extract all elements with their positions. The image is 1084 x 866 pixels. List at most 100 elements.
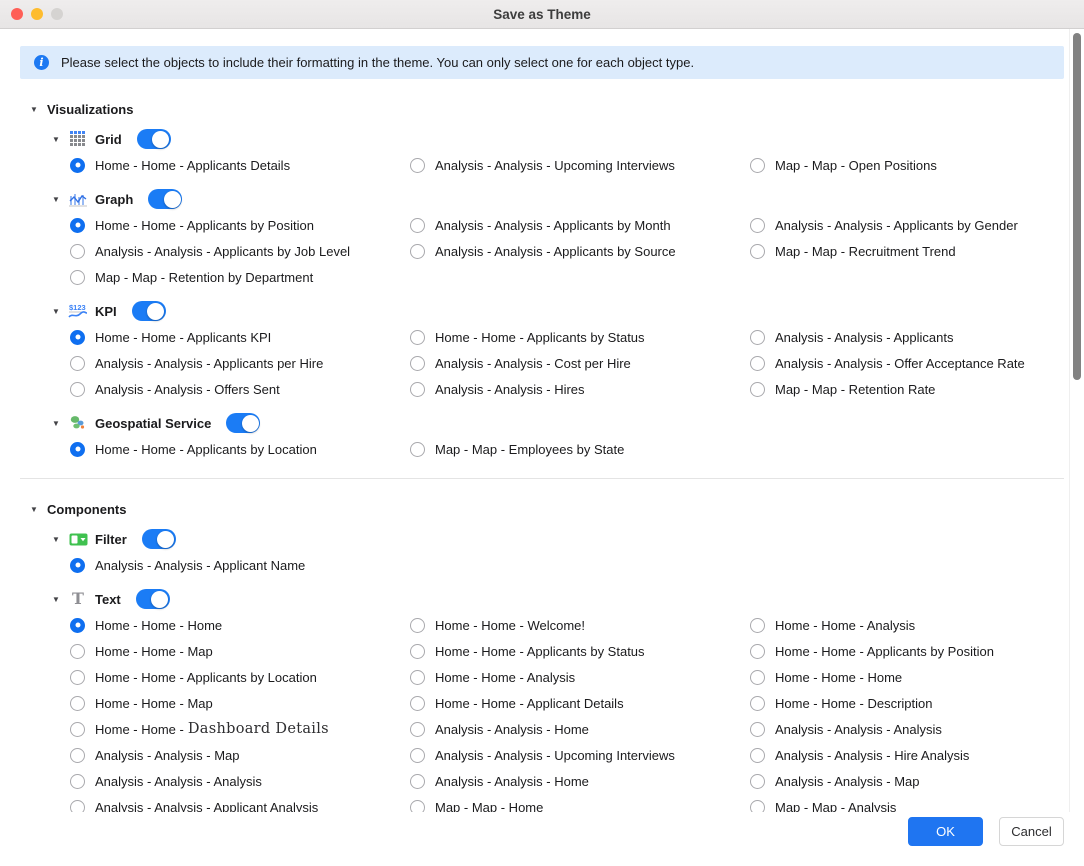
- chevron-down-icon[interactable]: ▼: [52, 419, 62, 428]
- text-toggle[interactable]: [136, 589, 170, 609]
- radio-option[interactable]: Home - Home - Applicants by Status: [410, 638, 750, 664]
- kpi-toggle[interactable]: [132, 301, 166, 321]
- radio-button[interactable]: [750, 774, 765, 789]
- radio-option[interactable]: Analysis - Analysis - Upcoming Interview…: [410, 742, 750, 768]
- radio-button[interactable]: [750, 218, 765, 233]
- radio-button[interactable]: [70, 670, 85, 685]
- radio-button[interactable]: [750, 696, 765, 711]
- radio-option[interactable]: Home - Home - Dashboard Details: [70, 716, 410, 742]
- radio-button[interactable]: [70, 800, 85, 813]
- radio-button[interactable]: [70, 244, 85, 259]
- radio-option[interactable]: Analysis - Analysis - Home: [410, 768, 750, 794]
- radio-button[interactable]: [410, 218, 425, 233]
- radio-button[interactable]: [750, 244, 765, 259]
- radio-option[interactable]: Home - Home - Map: [70, 638, 410, 664]
- radio-button[interactable]: [750, 158, 765, 173]
- radio-button[interactable]: [410, 774, 425, 789]
- radio-button[interactable]: [70, 558, 85, 573]
- grid-toggle[interactable]: [137, 129, 171, 149]
- radio-option[interactable]: Analysis - Analysis - Applicant Analysis: [70, 794, 410, 812]
- radio-button[interactable]: [70, 158, 85, 173]
- section-components[interactable]: ▼ Components: [30, 501, 1084, 518]
- radio-option[interactable]: Analysis - Analysis - Home: [410, 716, 750, 742]
- radio-option[interactable]: Analysis - Analysis - Applicants by Sour…: [410, 238, 750, 264]
- scrollbar-thumb[interactable]: [1073, 33, 1081, 380]
- radio-option[interactable]: Analysis - Analysis - Map: [70, 742, 410, 768]
- radio-option[interactable]: Home - Home - Applicant Details: [410, 690, 750, 716]
- radio-option[interactable]: Home - Home - Applicants by Position: [70, 212, 410, 238]
- radio-option[interactable]: Home - Home - Applicants by Location: [70, 664, 410, 690]
- radio-option[interactable]: Analysis - Analysis - Applicants by Job …: [70, 238, 410, 264]
- radio-button[interactable]: [410, 158, 425, 173]
- radio-button[interactable]: [410, 356, 425, 371]
- radio-button[interactable]: [70, 644, 85, 659]
- radio-button[interactable]: [70, 442, 85, 457]
- radio-option[interactable]: Analysis - Analysis - Hire Analysis: [750, 742, 1084, 768]
- radio-option[interactable]: Home - Home - Applicants by Position: [750, 638, 1084, 664]
- radio-option[interactable]: Map - Map - Retention Rate: [750, 376, 1084, 402]
- radio-option[interactable]: Home - Home - Home: [750, 664, 1084, 690]
- radio-option[interactable]: Analysis - Analysis - Map: [750, 768, 1084, 794]
- radio-option[interactable]: Analysis - Analysis - Applicants: [750, 324, 1084, 350]
- chevron-down-icon[interactable]: ▼: [52, 195, 62, 204]
- radio-option[interactable]: Map - Map - Employees by State: [410, 436, 750, 462]
- radio-button[interactable]: [410, 800, 425, 813]
- radio-button[interactable]: [70, 330, 85, 345]
- graph-toggle[interactable]: [148, 189, 182, 209]
- radio-button[interactable]: [410, 670, 425, 685]
- radio-button[interactable]: [70, 722, 85, 737]
- radio-button[interactable]: [70, 270, 85, 285]
- radio-button[interactable]: [750, 618, 765, 633]
- radio-button[interactable]: [70, 356, 85, 371]
- close-window-button[interactable]: [11, 8, 23, 20]
- radio-button[interactable]: [750, 800, 765, 813]
- radio-option[interactable]: Map - Map - Home: [410, 794, 750, 812]
- radio-option[interactable]: Home - Home - Applicants by Status: [410, 324, 750, 350]
- radio-button[interactable]: [410, 696, 425, 711]
- filter-toggle[interactable]: [142, 529, 176, 549]
- radio-button[interactable]: [410, 442, 425, 457]
- radio-button[interactable]: [750, 356, 765, 371]
- radio-button[interactable]: [750, 670, 765, 685]
- radio-button[interactable]: [70, 696, 85, 711]
- chevron-down-icon[interactable]: ▼: [52, 135, 62, 144]
- radio-option[interactable]: Analysis - Analysis - Applicant Name: [70, 552, 410, 578]
- radio-option[interactable]: Analysis - Analysis - Upcoming Interview…: [410, 152, 750, 178]
- radio-option[interactable]: Home - Home - Home: [70, 612, 410, 638]
- radio-option[interactable]: Analysis - Analysis - Applicants by Gend…: [750, 212, 1084, 238]
- radio-button[interactable]: [410, 382, 425, 397]
- cancel-button[interactable]: Cancel: [999, 817, 1064, 846]
- radio-button[interactable]: [70, 748, 85, 763]
- radio-option[interactable]: Analysis - Analysis - Analysis: [70, 768, 410, 794]
- minimize-window-button[interactable]: [31, 8, 43, 20]
- radio-button[interactable]: [70, 382, 85, 397]
- section-visualizations[interactable]: ▼ Visualizations: [30, 101, 1084, 118]
- radio-option[interactable]: Analysis - Analysis - Cost per Hire: [410, 350, 750, 376]
- radio-button[interactable]: [410, 618, 425, 633]
- radio-option[interactable]: Home - Home - Applicants KPI: [70, 324, 410, 350]
- radio-button[interactable]: [410, 330, 425, 345]
- chevron-down-icon[interactable]: ▼: [52, 595, 62, 604]
- radio-option[interactable]: Analysis - Analysis - Offers Sent: [70, 376, 410, 402]
- radio-option[interactable]: Map - Map - Retention by Department: [70, 264, 410, 290]
- radio-option[interactable]: Analysis - Analysis - Hires: [410, 376, 750, 402]
- radio-option[interactable]: Analysis - Analysis - Applicants by Mont…: [410, 212, 750, 238]
- radio-button[interactable]: [410, 244, 425, 259]
- radio-button[interactable]: [70, 618, 85, 633]
- chevron-down-icon[interactable]: ▼: [52, 535, 62, 544]
- radio-button[interactable]: [750, 722, 765, 737]
- radio-button[interactable]: [750, 330, 765, 345]
- chevron-down-icon[interactable]: ▼: [30, 105, 40, 114]
- radio-option[interactable]: Analysis - Analysis - Analysis: [750, 716, 1084, 742]
- chevron-down-icon[interactable]: ▼: [52, 307, 62, 316]
- radio-option[interactable]: Map - Map - Analysis: [750, 794, 1084, 812]
- radio-option[interactable]: Map - Map - Open Positions: [750, 152, 1084, 178]
- chevron-down-icon[interactable]: ▼: [30, 505, 40, 514]
- radio-button[interactable]: [70, 218, 85, 233]
- radio-button[interactable]: [70, 774, 85, 789]
- radio-option[interactable]: Home - Home - Analysis: [410, 664, 750, 690]
- radio-option[interactable]: Home - Home - Description: [750, 690, 1084, 716]
- ok-button[interactable]: OK: [908, 817, 983, 846]
- radio-button[interactable]: [410, 748, 425, 763]
- radio-option[interactable]: Home - Home - Map: [70, 690, 410, 716]
